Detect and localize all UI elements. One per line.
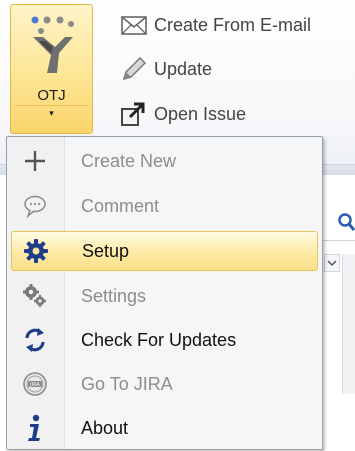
update-button[interactable]: Update bbox=[118, 54, 212, 84]
otj-dropdown-menu: Create New Comment Setup Settings Check … bbox=[6, 136, 323, 450]
menu-item-label: Comment bbox=[81, 195, 160, 216]
menu-item-check-for-updates[interactable]: Check For Updates bbox=[11, 320, 318, 360]
menu-item-label: Create New bbox=[81, 150, 177, 171]
otj-split-divider bbox=[15, 105, 88, 106]
open-issue-button[interactable]: Open Issue bbox=[118, 99, 246, 129]
background-search-icon bbox=[337, 212, 355, 232]
open-issue-label: Open Issue bbox=[154, 103, 247, 124]
info-icon bbox=[11, 414, 59, 442]
menu-item-label: Setup bbox=[82, 240, 130, 261]
menu-item-label: Check For Updates bbox=[81, 329, 237, 350]
svg-text:JIRA: JIRA bbox=[29, 382, 40, 388]
otj-menu-button[interactable]: OTJ ▾ bbox=[10, 4, 93, 134]
menu-item-label: About bbox=[81, 417, 129, 438]
menu-item-label: Go To JIRA bbox=[81, 373, 173, 394]
menu-item-go-to-jira[interactable]: JIRA Go To JIRA bbox=[11, 364, 318, 404]
chevron-down-icon[interactable]: ▾ bbox=[11, 109, 92, 119]
create-from-email-button[interactable]: Create From E-mail bbox=[118, 10, 311, 40]
menu-item-about[interactable]: About bbox=[11, 408, 318, 448]
gear-icon bbox=[12, 238, 60, 264]
background-dropdown-arrow bbox=[324, 254, 340, 272]
otj-label: OTJ bbox=[37, 87, 66, 104]
update-label: Update bbox=[154, 58, 213, 79]
menu-item-comment[interactable]: Comment bbox=[11, 186, 318, 226]
background-divider bbox=[323, 240, 355, 241]
otj-logo-icon bbox=[31, 16, 74, 73]
menu-item-create-new[interactable]: Create New bbox=[11, 141, 318, 181]
plus-icon bbox=[11, 149, 59, 173]
jira-icon: JIRA bbox=[11, 371, 59, 397]
menu-item-setup[interactable]: Setup bbox=[11, 231, 318, 271]
create-from-email-label: Create From E-mail bbox=[154, 14, 312, 35]
open-arrow-icon bbox=[118, 100, 150, 128]
pencil-icon bbox=[118, 55, 150, 83]
speech-bubble-icon bbox=[11, 194, 59, 218]
background-scrollbar bbox=[342, 254, 355, 394]
menu-item-settings[interactable]: Settings bbox=[11, 276, 318, 316]
menu-item-label: Settings bbox=[81, 285, 147, 306]
envelope-icon bbox=[118, 11, 150, 39]
gears-icon bbox=[11, 283, 59, 309]
refresh-icon bbox=[11, 327, 59, 353]
